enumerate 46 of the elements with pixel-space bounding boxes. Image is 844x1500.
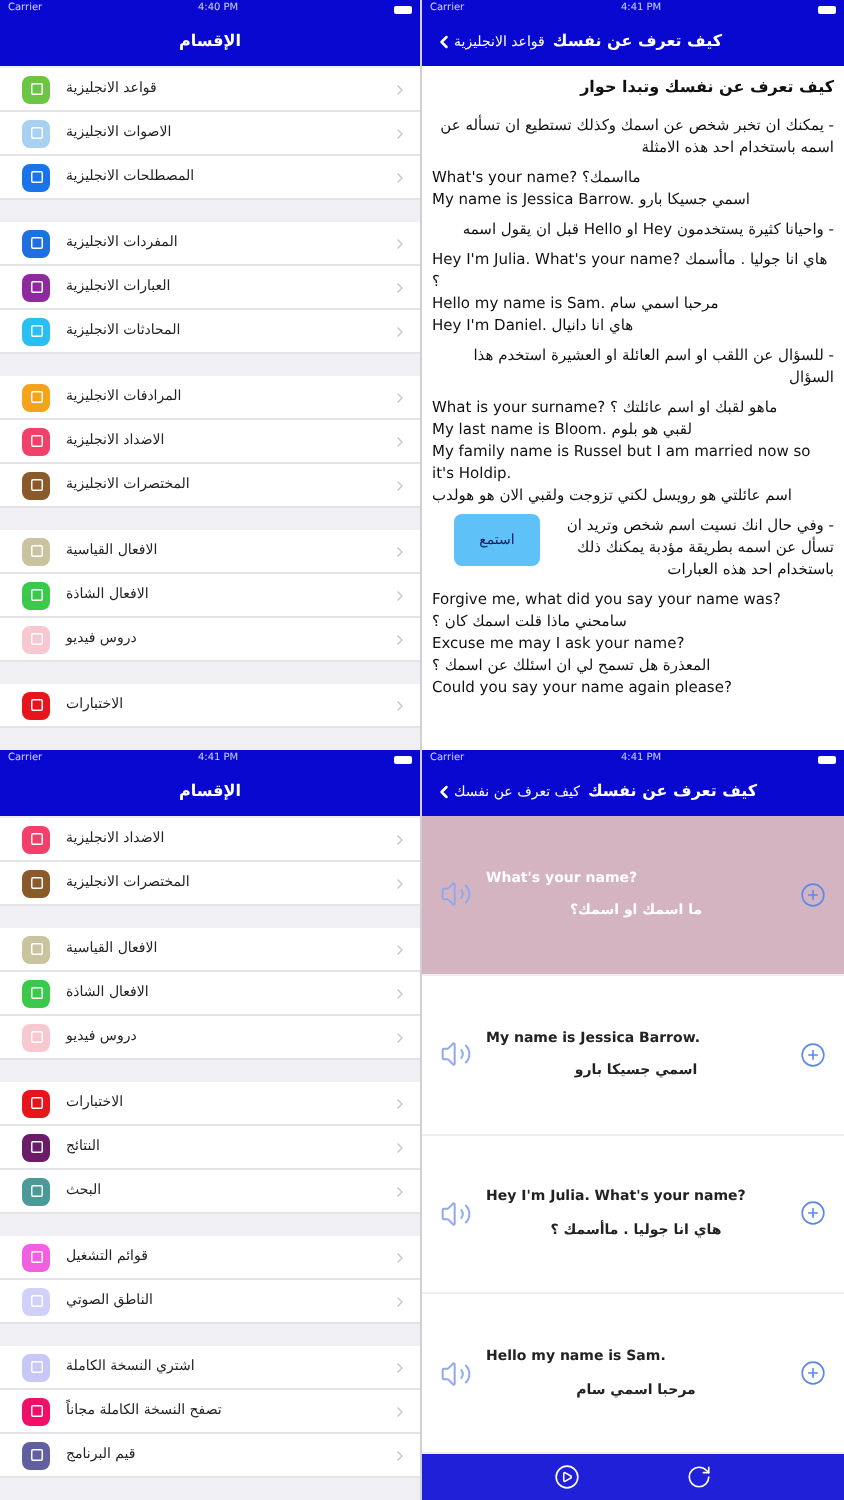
back-chevron-icon xyxy=(434,32,454,52)
chevron-icon xyxy=(392,587,408,603)
back-chevron-icon xyxy=(434,782,454,802)
chevron-icon xyxy=(392,389,408,405)
chevron-icon xyxy=(392,279,408,295)
battery-icon xyxy=(393,755,412,763)
repeat-icon[interactable] xyxy=(685,1464,712,1490)
nav-title: كيف تعرف عن نفسك xyxy=(552,30,722,54)
add-icon[interactable] xyxy=(800,881,826,908)
chevron-icon xyxy=(392,985,408,1001)
chevron-icon xyxy=(392,831,408,847)
chevron-icon xyxy=(392,1293,408,1309)
add-icon[interactable] xyxy=(800,1360,826,1387)
chevron-icon xyxy=(392,1095,408,1111)
chevron-icon xyxy=(392,697,408,713)
nav-title: الإقسام xyxy=(179,780,241,804)
nav-title: كيف تعرف عن نفسك xyxy=(587,780,758,804)
chevron-icon xyxy=(392,1447,408,1463)
play-icon[interactable] xyxy=(554,1464,581,1490)
chevron-icon xyxy=(392,1359,408,1375)
chevron-icon xyxy=(392,1183,408,1199)
chevron-icon xyxy=(392,941,408,957)
chevron-icon xyxy=(392,1403,408,1419)
nav-title: الإقسام xyxy=(179,30,241,54)
chevron-icon xyxy=(392,169,408,185)
chevron-icon xyxy=(392,1249,408,1265)
chevron-icon xyxy=(392,125,408,141)
speaker-icon[interactable] xyxy=(440,1357,472,1390)
article-heading: كيف تعرف عن نفسك وتبدا حوار xyxy=(577,76,834,98)
battery-icon xyxy=(393,5,412,13)
chevron-icon xyxy=(392,477,408,493)
chevron-icon xyxy=(392,323,408,339)
speaker-icon[interactable] xyxy=(440,1038,472,1071)
chevron-icon xyxy=(392,1139,408,1155)
chevron-icon xyxy=(392,235,408,251)
chevron-icon xyxy=(392,875,408,891)
chevron-icon xyxy=(392,433,408,449)
add-icon[interactable] xyxy=(800,1200,826,1227)
chevron-icon xyxy=(392,1029,408,1045)
battery-icon xyxy=(817,5,836,13)
chevron-icon xyxy=(392,543,408,559)
add-icon[interactable] xyxy=(800,1041,826,1068)
battery-icon xyxy=(817,755,836,763)
chevron-icon xyxy=(392,631,408,647)
chevron-icon xyxy=(392,81,408,97)
speaker-icon[interactable] xyxy=(440,1197,472,1230)
